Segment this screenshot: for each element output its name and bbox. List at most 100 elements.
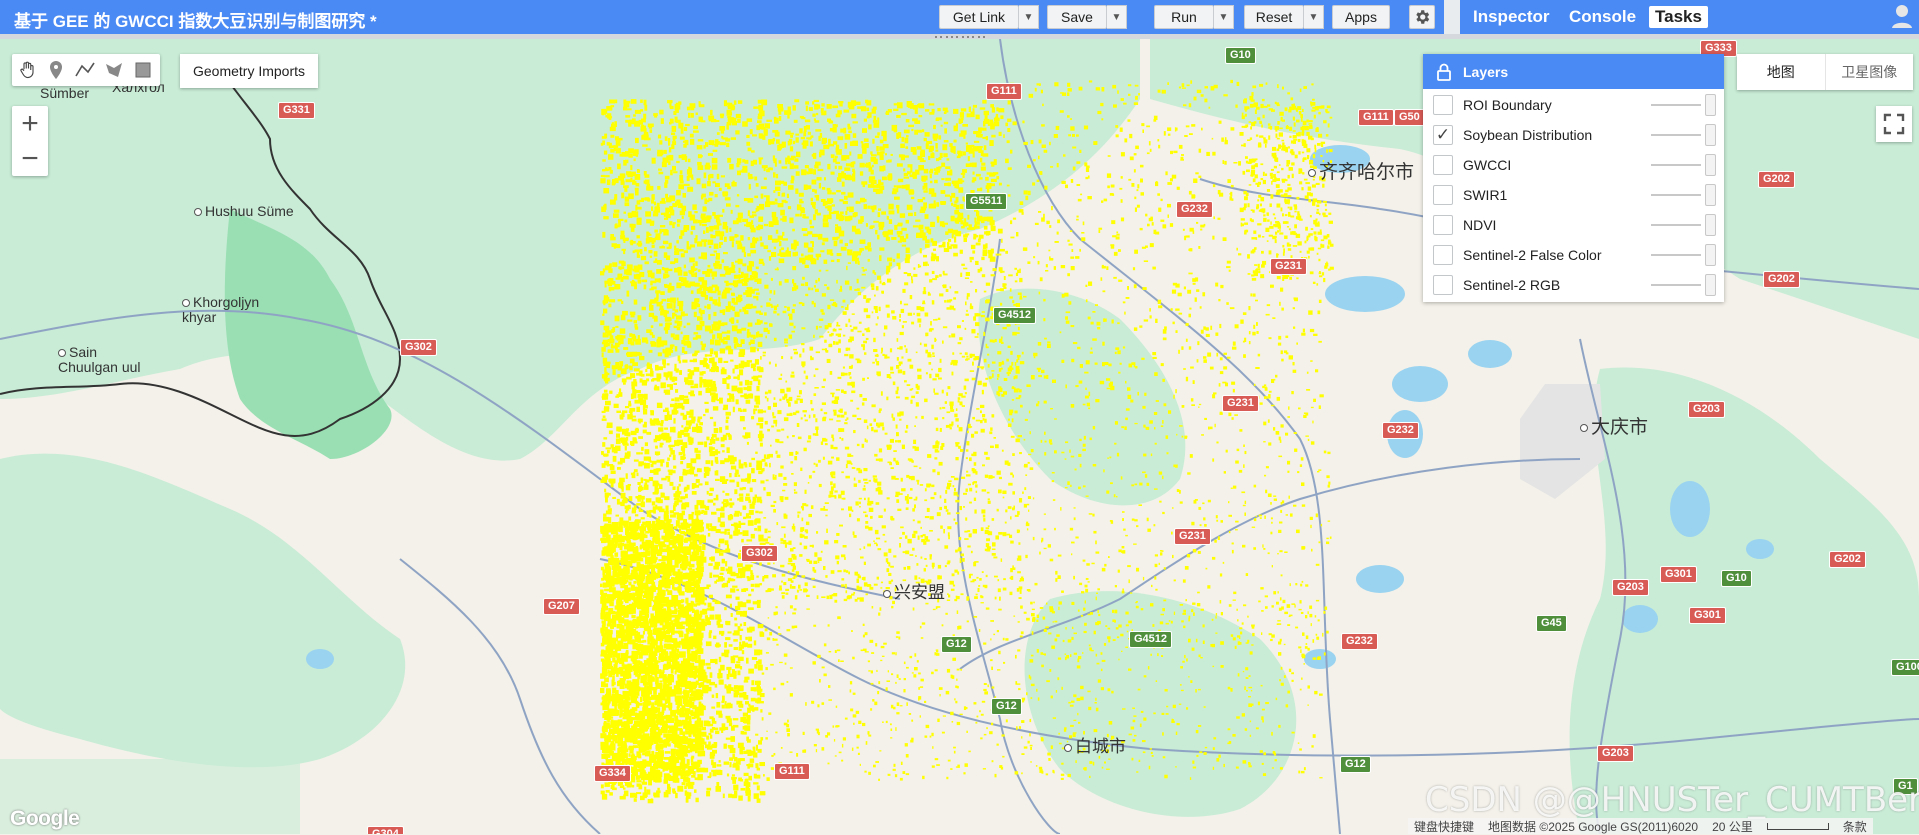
soybean-pixel — [816, 177, 822, 181]
get-link-button[interactable]: Get Link — [939, 5, 1019, 29]
soybean-pixel — [646, 231, 649, 238]
soybean-pixel — [739, 635, 742, 641]
get-link-dropdown[interactable]: ▼ — [1019, 5, 1039, 29]
tab-tasks[interactable]: Tasks — [1649, 6, 1708, 28]
soybean-pixel — [608, 286, 612, 292]
soybean-pixel — [676, 160, 680, 164]
soybean-pixel — [867, 258, 870, 262]
soybean-pixel — [743, 622, 747, 626]
soybean-pixel — [735, 234, 739, 237]
soybean-pixel — [753, 793, 759, 799]
reset-button[interactable]: Reset — [1244, 5, 1304, 29]
soybean-pixel — [698, 116, 703, 122]
soybean-pixel — [838, 172, 843, 178]
soybean-pixel — [677, 355, 681, 362]
soybean-pixel — [645, 479, 650, 483]
soybean-pixel — [698, 256, 704, 259]
soybean-pixel — [980, 157, 983, 163]
soybean-pixel — [682, 453, 686, 457]
soybean-pixel — [679, 210, 685, 216]
soybean-pixel — [962, 169, 967, 173]
soybean-pixel — [726, 773, 730, 777]
tab-console[interactable]: Console — [1563, 6, 1642, 28]
soybean-pixel — [686, 322, 691, 326]
soybean-pixel — [744, 725, 751, 731]
soybean-pixel — [718, 713, 723, 718]
soybean-pixel — [715, 470, 719, 476]
soybean-pixel — [723, 582, 729, 588]
panel-splitter[interactable] — [1444, 0, 1460, 34]
save-dropdown[interactable]: ▼ — [1107, 5, 1127, 29]
soybean-pixel — [699, 320, 705, 325]
soybean-pixel — [676, 190, 681, 196]
soybean-pixel — [623, 275, 629, 280]
soybean-pixel — [933, 137, 938, 141]
soybean-pixel — [733, 784, 739, 791]
soybean-pixel — [908, 212, 913, 217]
soybean-pixel — [747, 473, 752, 479]
soybean-pixel — [634, 324, 638, 328]
soybean-pixel — [732, 764, 736, 768]
soybean-pixel — [935, 149, 939, 152]
soybean-pixel — [705, 662, 711, 666]
soybean-pixel — [747, 303, 751, 309]
soybean-pixel — [744, 159, 749, 164]
soybean-pixel — [738, 493, 744, 497]
soybean-pixel — [647, 211, 651, 216]
script-title[interactable]: 基于 GEE 的 GWCCI 指数大豆识别与制图研究 * — [14, 7, 377, 32]
soybean-pixel — [731, 325, 738, 332]
soybean-pixel — [725, 637, 731, 641]
soybean-pixel — [611, 122, 615, 129]
soybean-pixel — [647, 629, 653, 635]
soybean-pixel — [747, 198, 754, 203]
save-button[interactable]: Save — [1047, 5, 1107, 29]
soybean-pixel — [905, 233, 909, 239]
apps-button[interactable]: Apps — [1332, 5, 1390, 29]
soybean-pixel — [622, 410, 628, 414]
tab-inspector[interactable]: Inspector — [1467, 6, 1556, 28]
soybean-pixel — [642, 630, 645, 635]
soybean-pixel — [625, 115, 631, 118]
soybean-pixel — [600, 271, 605, 276]
soybean-pixel — [773, 246, 776, 250]
soybean-pixel — [600, 320, 605, 326]
soybean-pixel — [777, 235, 783, 240]
soybean-pixel — [623, 520, 629, 528]
soybean-pixel — [756, 226, 761, 231]
soybean-pixel — [940, 124, 943, 127]
soybean-pixel — [977, 238, 981, 243]
soybean-pixel — [726, 580, 730, 584]
soybean-pixel — [848, 215, 853, 221]
soybean-pixel — [983, 145, 987, 151]
soybean-pixel — [681, 644, 686, 649]
soybean-pixel — [977, 188, 982, 192]
soybean-pixel — [867, 242, 870, 249]
soybean-pixel — [739, 416, 745, 422]
soybean-pixel — [674, 405, 679, 409]
settings-gear-icon[interactable] — [1409, 5, 1435, 29]
soybean-pixel — [755, 183, 759, 187]
soybean-pixel — [973, 233, 977, 238]
soybean-pixel — [723, 360, 729, 363]
soybean-pixel — [672, 135, 677, 139]
soybean-pixel — [713, 502, 716, 506]
reset-dropdown[interactable]: ▼ — [1304, 5, 1324, 29]
soybean-pixel — [738, 363, 745, 369]
soybean-pixel — [698, 682, 702, 688]
soybean-pixel — [733, 630, 740, 636]
soybean-pixel — [603, 150, 608, 155]
soybean-pixel — [683, 250, 688, 254]
soybean-pixel — [925, 244, 930, 248]
soybean-pixel — [892, 258, 896, 262]
soybean-pixel — [801, 253, 804, 257]
run-dropdown[interactable]: ▼ — [1214, 5, 1234, 29]
soybean-pixel — [879, 154, 884, 160]
soybean-pixel — [654, 201, 656, 206]
soybean-pixel — [696, 450, 701, 453]
soybean-pixel — [604, 488, 607, 493]
soybean-pixel — [623, 103, 630, 108]
user-avatar-icon[interactable] — [1890, 2, 1914, 30]
soybean-pixel — [811, 179, 817, 185]
run-button[interactable]: Run — [1154, 5, 1214, 29]
soybean-pixel — [849, 239, 853, 244]
